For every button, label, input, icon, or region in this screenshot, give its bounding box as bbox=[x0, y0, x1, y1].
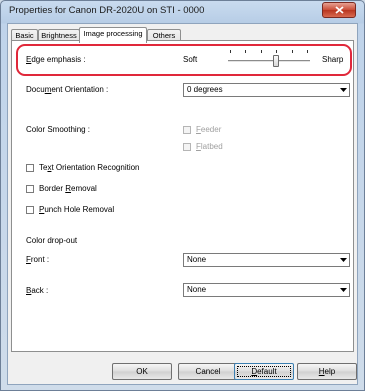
slider-track bbox=[228, 60, 310, 63]
back-dropout-value: None bbox=[187, 285, 207, 294]
text-orientation-label: Text Orientation Recognition bbox=[39, 163, 140, 172]
dropdown-arrow-icon bbox=[337, 84, 349, 96]
dialog-client: Basic Brightness Image processing Others… bbox=[7, 23, 358, 385]
window-title: Properties for Canon DR-2020U on STI - 0… bbox=[9, 5, 205, 16]
document-orientation-value: 0 degrees bbox=[187, 85, 223, 94]
slider-tick bbox=[292, 50, 293, 53]
document-orientation-select[interactable]: 0 degrees bbox=[183, 83, 350, 97]
slider-ticks bbox=[228, 50, 310, 54]
feeder-label: Feeder bbox=[196, 125, 222, 134]
ok-button[interactable]: OK bbox=[112, 363, 172, 380]
properties-window: Properties for Canon DR-2020U on STI - 0… bbox=[0, 0, 365, 391]
slider-tick bbox=[230, 50, 231, 53]
slider-tick bbox=[307, 50, 308, 53]
close-button[interactable] bbox=[322, 2, 356, 18]
front-label: Front : bbox=[26, 255, 50, 264]
tab-image-processing[interactable]: Image processing bbox=[79, 27, 147, 43]
title-bar[interactable]: Properties for Canon DR-2020U on STI - 0… bbox=[1, 1, 364, 23]
slider-thumb[interactable] bbox=[273, 55, 279, 67]
slider-tick bbox=[276, 50, 277, 53]
slider-tick bbox=[261, 50, 262, 53]
cancel-button[interactable]: Cancel bbox=[178, 363, 238, 380]
color-dropout-heading: Color drop-out bbox=[26, 236, 78, 245]
default-button[interactable]: Default bbox=[234, 363, 294, 380]
border-removal-checkbox[interactable] bbox=[26, 185, 34, 193]
feeder-checkbox[interactable] bbox=[183, 126, 191, 134]
front-dropout-select[interactable]: None bbox=[183, 253, 350, 267]
close-icon bbox=[335, 6, 344, 14]
dropdown-arrow-icon bbox=[337, 254, 349, 266]
edge-emphasis-slider[interactable] bbox=[228, 50, 310, 70]
image-processing-panel: Edge emphasis : Soft Sharp Document Orie… bbox=[11, 40, 354, 352]
border-removal-label: Border Removal bbox=[39, 184, 97, 193]
slider-max-label: Sharp bbox=[322, 55, 344, 64]
color-smoothing-label: Color Smoothing : bbox=[26, 125, 91, 134]
text-orientation-checkbox[interactable] bbox=[26, 164, 34, 172]
flatbed-label: Flatbed bbox=[196, 142, 223, 151]
slider-min-label: Soft bbox=[183, 55, 198, 64]
dropdown-arrow-icon bbox=[337, 284, 349, 296]
back-dropout-select[interactable]: None bbox=[183, 283, 350, 297]
punch-hole-removal-label: Punch Hole Removal bbox=[39, 205, 115, 214]
edge-emphasis-label: Edge emphasis : bbox=[26, 55, 86, 64]
back-label: Back : bbox=[26, 286, 49, 295]
front-dropout-value: None bbox=[187, 255, 207, 264]
flatbed-checkbox[interactable] bbox=[183, 143, 191, 151]
slider-tick bbox=[245, 50, 246, 53]
document-orientation-label: Document Orientation : bbox=[26, 85, 109, 94]
help-button[interactable]: Help bbox=[297, 363, 357, 380]
punch-hole-removal-checkbox[interactable] bbox=[26, 206, 34, 214]
